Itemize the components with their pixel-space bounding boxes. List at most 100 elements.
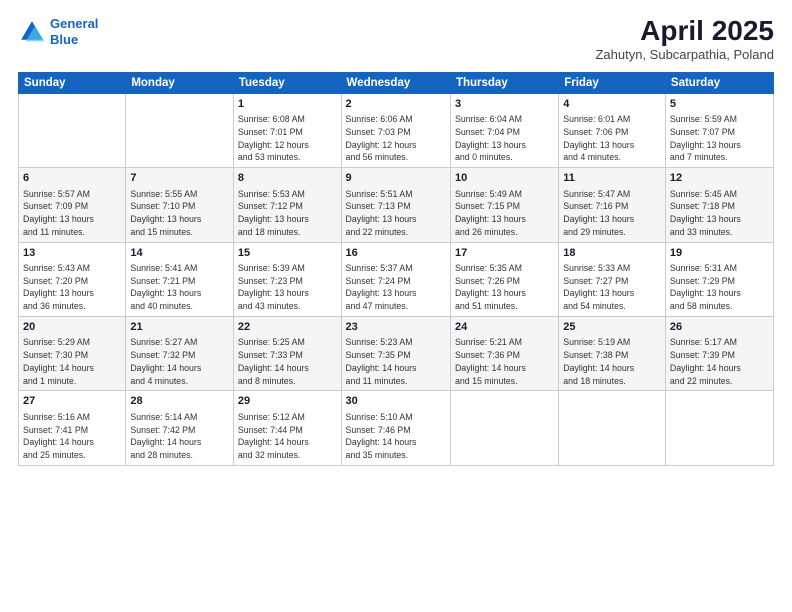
table-row: 25Sunrise: 5:19 AM Sunset: 7:38 PM Dayli… <box>559 316 666 390</box>
table-row: 13Sunrise: 5:43 AM Sunset: 7:20 PM Dayli… <box>19 242 126 316</box>
day-detail: Sunrise: 5:37 AM Sunset: 7:24 PM Dayligh… <box>346 262 446 313</box>
table-row: 15Sunrise: 5:39 AM Sunset: 7:23 PM Dayli… <box>233 242 341 316</box>
logo-icon <box>18 18 46 46</box>
table-row: 12Sunrise: 5:45 AM Sunset: 7:18 PM Dayli… <box>665 168 773 242</box>
day-detail: Sunrise: 5:55 AM Sunset: 7:10 PM Dayligh… <box>130 188 229 239</box>
day-number: 2 <box>346 97 446 112</box>
day-number: 10 <box>455 171 554 186</box>
calendar-header-row: Sunday Monday Tuesday Wednesday Thursday… <box>19 72 774 93</box>
day-number: 6 <box>23 171 121 186</box>
table-row <box>19 93 126 167</box>
day-number: 26 <box>670 320 769 335</box>
day-detail: Sunrise: 5:16 AM Sunset: 7:41 PM Dayligh… <box>23 411 121 462</box>
table-row: 2Sunrise: 6:06 AM Sunset: 7:03 PM Daylig… <box>341 93 450 167</box>
table-row: 4Sunrise: 6:01 AM Sunset: 7:06 PM Daylig… <box>559 93 666 167</box>
table-row: 8 Sunrise: 5:53 AM Sunset: 7:12 PM Daylig… <box>233 168 341 242</box>
day-detail: Sunrise: 5:47 AM Sunset: 7:16 PM Dayligh… <box>563 188 661 239</box>
table-row: 6 Sunrise: 5:57 AM Sunset: 7:09 PM Daylig… <box>19 168 126 242</box>
table-row: 23Sunrise: 5:23 AM Sunset: 7:35 PM Dayli… <box>341 316 450 390</box>
day-detail: Sunrise: 5:10 AM Sunset: 7:46 PM Dayligh… <box>346 411 446 462</box>
day-number: 27 <box>23 394 121 409</box>
header-saturday: Saturday <box>665 72 773 93</box>
day-detail: Sunrise: 5:29 AM Sunset: 7:30 PM Dayligh… <box>23 336 121 387</box>
table-row: 21Sunrise: 5:27 AM Sunset: 7:32 PM Dayli… <box>126 316 234 390</box>
day-detail: Sunrise: 5:39 AM Sunset: 7:23 PM Dayligh… <box>238 262 337 313</box>
table-row: 19Sunrise: 5:31 AM Sunset: 7:29 PM Dayli… <box>665 242 773 316</box>
day-number: 25 <box>563 320 661 335</box>
day-number: 28 <box>130 394 229 409</box>
day-number: 5 <box>670 97 769 112</box>
table-row <box>559 391 666 465</box>
day-detail: Sunrise: 5:23 AM Sunset: 7:35 PM Dayligh… <box>346 336 446 387</box>
day-detail: Sunrise: 5:43 AM Sunset: 7:20 PM Dayligh… <box>23 262 121 313</box>
day-number: 8 <box>238 171 337 186</box>
day-detail: Sunrise: 6:08 AM Sunset: 7:01 PM Dayligh… <box>238 113 337 164</box>
day-detail: Sunrise: 5:27 AM Sunset: 7:32 PM Dayligh… <box>130 336 229 387</box>
logo-line1: General <box>50 16 98 31</box>
month-title: April 2025 <box>595 16 774 47</box>
table-row: 1Sunrise: 6:08 AM Sunset: 7:01 PM Daylig… <box>233 93 341 167</box>
table-row: 22Sunrise: 5:25 AM Sunset: 7:33 PM Dayli… <box>233 316 341 390</box>
header-tuesday: Tuesday <box>233 72 341 93</box>
day-detail: Sunrise: 5:19 AM Sunset: 7:38 PM Dayligh… <box>563 336 661 387</box>
table-row: 17Sunrise: 5:35 AM Sunset: 7:26 PM Dayli… <box>450 242 558 316</box>
table-row: 16Sunrise: 5:37 AM Sunset: 7:24 PM Dayli… <box>341 242 450 316</box>
calendar-week-row: 13Sunrise: 5:43 AM Sunset: 7:20 PM Dayli… <box>19 242 774 316</box>
day-number: 30 <box>346 394 446 409</box>
day-detail: Sunrise: 5:51 AM Sunset: 7:13 PM Dayligh… <box>346 188 446 239</box>
day-detail: Sunrise: 5:41 AM Sunset: 7:21 PM Dayligh… <box>130 262 229 313</box>
day-number: 3 <box>455 97 554 112</box>
table-row <box>126 93 234 167</box>
header-friday: Friday <box>559 72 666 93</box>
table-row: 27 Sunrise: 5:16 AM Sunset: 7:41 PM Dayli… <box>19 391 126 465</box>
calendar-week-row: 20Sunrise: 5:29 AM Sunset: 7:30 PM Dayli… <box>19 316 774 390</box>
table-row: 11 Sunrise: 5:47 AM Sunset: 7:16 PM Dayli… <box>559 168 666 242</box>
table-row: 7 Sunrise: 5:55 AM Sunset: 7:10 PM Daylig… <box>126 168 234 242</box>
day-detail: Sunrise: 5:53 AM Sunset: 7:12 PM Dayligh… <box>238 188 337 239</box>
day-detail: Sunrise: 5:59 AM Sunset: 7:07 PM Dayligh… <box>670 113 769 164</box>
day-number: 18 <box>563 246 661 261</box>
day-detail: Sunrise: 5:17 AM Sunset: 7:39 PM Dayligh… <box>670 336 769 387</box>
calendar-week-row: 1Sunrise: 6:08 AM Sunset: 7:01 PM Daylig… <box>19 93 774 167</box>
table-row: 30 Sunrise: 5:10 AM Sunset: 7:46 PM Dayli… <box>341 391 450 465</box>
page: General Blue April 2025 Zahutyn, Subcarp… <box>0 0 792 612</box>
table-row: 9Sunrise: 5:51 AM Sunset: 7:13 PM Daylig… <box>341 168 450 242</box>
day-number: 13 <box>23 246 121 261</box>
day-detail: Sunrise: 6:01 AM Sunset: 7:06 PM Dayligh… <box>563 113 661 164</box>
header: General Blue April 2025 Zahutyn, Subcarp… <box>18 16 774 62</box>
header-thursday: Thursday <box>450 72 558 93</box>
table-row <box>665 391 773 465</box>
table-row: 18Sunrise: 5:33 AM Sunset: 7:27 PM Dayli… <box>559 242 666 316</box>
day-detail: Sunrise: 5:31 AM Sunset: 7:29 PM Dayligh… <box>670 262 769 313</box>
day-detail: Sunrise: 6:04 AM Sunset: 7:04 PM Dayligh… <box>455 113 554 164</box>
day-number: 1 <box>238 97 337 112</box>
day-number: 14 <box>130 246 229 261</box>
day-number: 11 <box>563 171 661 186</box>
day-detail: Sunrise: 5:45 AM Sunset: 7:18 PM Dayligh… <box>670 188 769 239</box>
table-row: 20Sunrise: 5:29 AM Sunset: 7:30 PM Dayli… <box>19 316 126 390</box>
day-detail: Sunrise: 5:33 AM Sunset: 7:27 PM Dayligh… <box>563 262 661 313</box>
header-wednesday: Wednesday <box>341 72 450 93</box>
day-number: 23 <box>346 320 446 335</box>
calendar-week-row: 6 Sunrise: 5:57 AM Sunset: 7:09 PM Daylig… <box>19 168 774 242</box>
day-number: 16 <box>346 246 446 261</box>
table-row: 26Sunrise: 5:17 AM Sunset: 7:39 PM Dayli… <box>665 316 773 390</box>
day-number: 21 <box>130 320 229 335</box>
day-number: 19 <box>670 246 769 261</box>
table-row: 5Sunrise: 5:59 AM Sunset: 7:07 PM Daylig… <box>665 93 773 167</box>
table-row <box>450 391 558 465</box>
day-number: 20 <box>23 320 121 335</box>
title-block: April 2025 Zahutyn, Subcarpathia, Poland <box>595 16 774 62</box>
table-row: 3Sunrise: 6:04 AM Sunset: 7:04 PM Daylig… <box>450 93 558 167</box>
day-detail: Sunrise: 5:49 AM Sunset: 7:15 PM Dayligh… <box>455 188 554 239</box>
logo-line2: Blue <box>50 32 78 47</box>
logo-text: General Blue <box>50 16 98 47</box>
day-detail: Sunrise: 6:06 AM Sunset: 7:03 PM Dayligh… <box>346 113 446 164</box>
day-number: 24 <box>455 320 554 335</box>
day-number: 15 <box>238 246 337 261</box>
day-number: 22 <box>238 320 337 335</box>
day-number: 7 <box>130 171 229 186</box>
day-detail: Sunrise: 5:12 AM Sunset: 7:44 PM Dayligh… <box>238 411 337 462</box>
calendar-table: Sunday Monday Tuesday Wednesday Thursday… <box>18 72 774 466</box>
day-detail: Sunrise: 5:57 AM Sunset: 7:09 PM Dayligh… <box>23 188 121 239</box>
